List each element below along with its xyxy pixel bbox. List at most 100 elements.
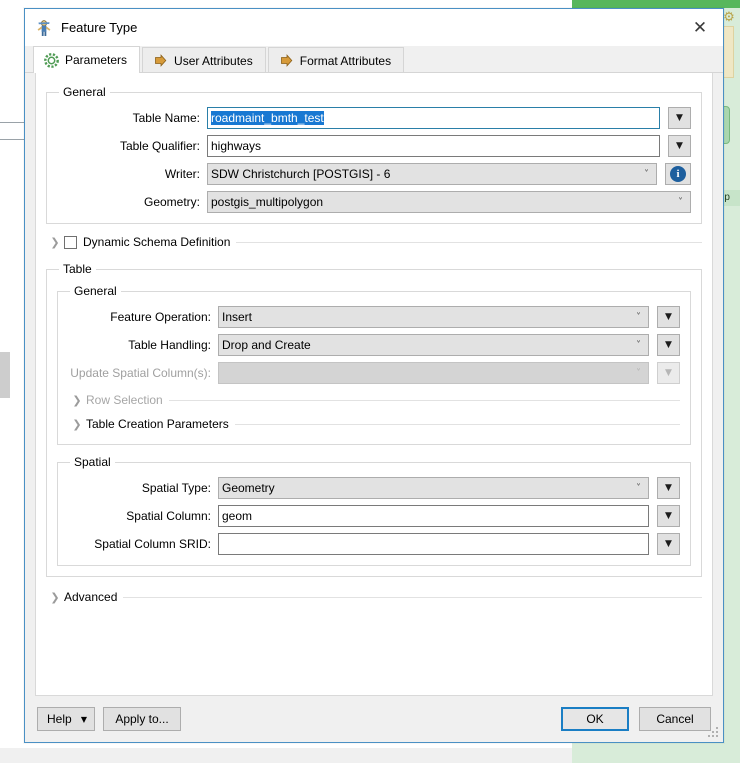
chevron-down-icon: ˅ bbox=[636, 311, 641, 323]
update-spatial-columns-row: Update Spatial Column(s): ˅ ▼ bbox=[68, 362, 680, 384]
table-general-subgroup: General Feature Operation: Insert ˅ ▼ Ta… bbox=[57, 284, 691, 445]
spatial-column-input[interactable]: geom bbox=[218, 505, 649, 527]
spatial-column-srid-input[interactable] bbox=[218, 533, 649, 555]
table-name-row: Table Name: roadmaint_bmth_test ▼ bbox=[57, 107, 691, 129]
feature-type-dialog: Feature Type ✕ Parameters User Attribute… bbox=[24, 8, 724, 743]
chevron-down-icon: ▼ bbox=[80, 714, 87, 724]
divider bbox=[168, 399, 680, 401]
chevron-down-icon: ˅ bbox=[636, 482, 641, 494]
spatial-column-dropdown-button[interactable]: ▼ bbox=[657, 505, 680, 527]
dialog-footer: Help ▼ Apply to... OK Cancel bbox=[25, 696, 723, 742]
gear-icon bbox=[44, 52, 59, 68]
spatial-type-label: Spatial Type: bbox=[141, 481, 211, 495]
background-gear-icon: ⚙ bbox=[723, 9, 735, 24]
table-name-input[interactable]: roadmaint_bmth_test bbox=[207, 107, 660, 129]
feature-operation-dropdown-button[interactable]: ▼ bbox=[657, 306, 680, 328]
feature-operation-value: Insert bbox=[222, 310, 253, 324]
geometry-value: postgis_multipolygon bbox=[211, 195, 324, 209]
chevron-down-icon: ˅ bbox=[644, 168, 649, 180]
update-spatial-columns-select: ˅ bbox=[218, 362, 649, 384]
spatial-column-row: Spatial Column: geom ▼ bbox=[68, 505, 680, 527]
table-handling-label: Table Handling: bbox=[128, 338, 211, 352]
chevron-right-icon[interactable]: ❯ bbox=[46, 236, 64, 249]
update-spatial-columns-dropdown-button: ▼ bbox=[657, 362, 680, 384]
spatial-type-select[interactable]: Geometry ˅ bbox=[218, 477, 649, 499]
ok-button[interactable]: OK bbox=[561, 707, 629, 731]
spatial-column-srid-row: Spatial Column SRID: ▼ bbox=[68, 533, 680, 555]
feature-operation-row: Feature Operation: Insert ˅ ▼ bbox=[68, 306, 680, 328]
chevron-right-icon[interactable]: ❯ bbox=[46, 591, 64, 604]
cancel-button[interactable]: Cancel bbox=[639, 707, 711, 731]
arrow-right-icon bbox=[153, 53, 168, 68]
tab-parameters-label: Parameters bbox=[65, 53, 128, 67]
geometry-select[interactable]: postgis_multipolygon ˅ bbox=[207, 191, 691, 213]
table-handling-row: Table Handling: Drop and Create ˅ ▼ bbox=[68, 334, 680, 356]
table-qualifier-label: Table Qualifier: bbox=[119, 139, 200, 153]
resize-grip[interactable] bbox=[708, 727, 720, 739]
table-name-dropdown-button[interactable]: ▼ bbox=[668, 107, 691, 129]
spatial-subgroup: Spatial Spatial Type: Geometry ˅ ▼ Spati… bbox=[57, 455, 691, 566]
table-qualifier-input[interactable]: highways bbox=[207, 135, 660, 157]
row-selection-label: Row Selection bbox=[86, 393, 163, 407]
writer-row: Writer: SDW Christchurch [POSTGIS] - 6 ˅… bbox=[57, 163, 691, 185]
table-creation-parameters-row[interactable]: ❯ Table Creation Parameters bbox=[68, 414, 680, 434]
spatial-type-value: Geometry bbox=[222, 481, 275, 495]
table-name-value: roadmaint_bmth_test bbox=[211, 111, 324, 125]
feature-operation-select[interactable]: Insert ˅ bbox=[218, 306, 649, 328]
chevron-down-icon: ˅ bbox=[636, 339, 641, 351]
writer-info-button[interactable]: i bbox=[665, 163, 691, 185]
table-qualifier-dropdown-button[interactable]: ▼ bbox=[668, 135, 691, 157]
spatial-type-row: Spatial Type: Geometry ˅ ▼ bbox=[68, 477, 680, 499]
table-handling-select[interactable]: Drop and Create ˅ bbox=[218, 334, 649, 356]
help-button-label: Help bbox=[47, 712, 72, 726]
table-qualifier-value: highways bbox=[211, 139, 262, 153]
table-group: Table General Feature Operation: Insert … bbox=[46, 262, 702, 577]
close-icon[interactable]: ✕ bbox=[677, 9, 723, 46]
divider bbox=[123, 596, 702, 598]
spatial-type-dropdown-button[interactable]: ▼ bbox=[657, 477, 680, 499]
row-selection-row[interactable]: ❯ Row Selection bbox=[68, 390, 680, 410]
arrow-right-icon bbox=[279, 53, 294, 68]
table-handling-dropdown-button[interactable]: ▼ bbox=[657, 334, 680, 356]
table-name-label: Table Name: bbox=[132, 111, 200, 125]
help-button[interactable]: Help ▼ bbox=[37, 707, 95, 731]
table-general-legend: General bbox=[74, 284, 117, 298]
chevron-right-icon[interactable]: ❯ bbox=[68, 418, 86, 431]
apply-to-button[interactable]: Apply to... bbox=[103, 707, 181, 731]
divider bbox=[234, 423, 680, 425]
dialog-titlebar: Feature Type ✕ bbox=[25, 9, 723, 46]
chevron-down-icon: ˅ bbox=[678, 196, 683, 208]
general-group: General Table Name: roadmaint_bmth_test … bbox=[46, 85, 702, 224]
tab-parameters[interactable]: Parameters bbox=[33, 46, 141, 73]
tab-format-attributes[interactable]: Format Attributes bbox=[267, 47, 405, 73]
spatial-column-srid-dropdown-button[interactable]: ▼ bbox=[657, 533, 680, 555]
feature-type-icon bbox=[35, 19, 53, 37]
feature-operation-label: Feature Operation: bbox=[110, 310, 211, 324]
background-left-divider-bottom bbox=[0, 139, 24, 140]
chevron-right-icon[interactable]: ❯ bbox=[68, 394, 86, 407]
geometry-row: Geometry: postgis_multipolygon ˅ bbox=[57, 191, 691, 213]
advanced-row[interactable]: ❯ Advanced bbox=[46, 587, 702, 607]
writer-value: SDW Christchurch [POSTGIS] - 6 bbox=[211, 167, 391, 181]
table-group-legend: Table bbox=[63, 262, 92, 276]
dynamic-schema-definition-row[interactable]: ❯ Dynamic Schema Definition bbox=[46, 232, 702, 252]
tab-format-attributes-label: Format Attributes bbox=[299, 53, 392, 68]
writer-label: Writer: bbox=[164, 167, 200, 181]
divider bbox=[236, 241, 702, 243]
geometry-label: Geometry: bbox=[143, 195, 200, 209]
spatial-column-srid-label: Spatial Column SRID: bbox=[94, 537, 211, 551]
dynamic-schema-definition-label: Dynamic Schema Definition bbox=[83, 235, 231, 249]
background-left-divider-top bbox=[0, 122, 24, 123]
table-creation-parameters-label: Table Creation Parameters bbox=[86, 417, 229, 431]
chevron-down-icon: ˅ bbox=[636, 367, 641, 379]
tab-user-attributes[interactable]: User Attributes bbox=[142, 47, 266, 73]
writer-select[interactable]: SDW Christchurch [POSTGIS] - 6 ˅ bbox=[207, 163, 657, 185]
spatial-column-label: Spatial Column: bbox=[126, 509, 211, 523]
spatial-group-legend: Spatial bbox=[74, 455, 111, 469]
table-handling-value: Drop and Create bbox=[222, 338, 311, 352]
table-qualifier-row: Table Qualifier: highways ▼ bbox=[57, 135, 691, 157]
tab-strip: Parameters User Attributes Format Attrib… bbox=[25, 46, 723, 73]
dynamic-schema-definition-checkbox[interactable] bbox=[64, 235, 77, 249]
general-group-legend: General bbox=[63, 85, 106, 99]
background-app-titlebar bbox=[572, 0, 740, 8]
